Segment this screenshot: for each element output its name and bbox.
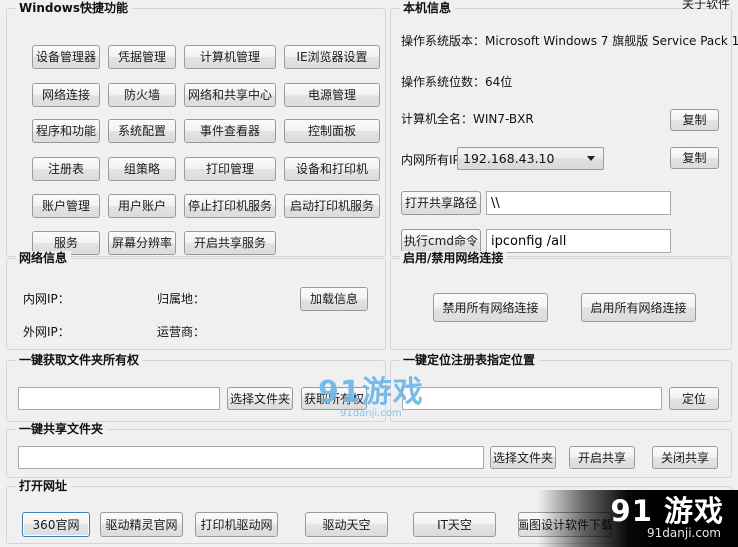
quick-function-button[interactable]: IE浏览器设置 (284, 45, 380, 69)
disable-all-connections-button[interactable]: 禁用所有网络连接 (433, 293, 548, 322)
quick-functions-title: Windows快捷功能 (16, 1, 132, 15)
quick-function-button[interactable]: 系统配置 (108, 119, 176, 143)
os-version-label: 操作系统版本：Microsoft Windows 7 旗舰版 Service P… (401, 34, 738, 48)
ownership-path-input[interactable] (18, 387, 220, 410)
quick-function-button[interactable]: 计算机管理 (184, 45, 276, 69)
registry-locate-button[interactable]: 定位 (669, 387, 719, 410)
folder-ownership-title: 一键获取文件夹所有权 (16, 353, 144, 367)
quick-function-button[interactable]: 凭据管理 (108, 45, 176, 69)
web-url-button[interactable]: 驱动天空 (305, 512, 388, 537)
quick-function-button[interactable]: 屏幕分辨率 (108, 231, 176, 255)
take-ownership-button[interactable]: 获取所有权 (301, 387, 367, 410)
share-choose-folder-button[interactable]: 选择文件夹 (490, 446, 556, 469)
web-url-button[interactable]: 画图设计软件下载 (518, 512, 612, 537)
registry-locate-title: 一键定位注册表指定位置 (400, 353, 540, 367)
quick-function-button[interactable]: 网络连接 (32, 83, 100, 107)
folder-ownership-group: 一键获取文件夹所有权 选择文件夹 获取所有权 (6, 353, 386, 422)
web-url-button[interactable]: 打印机驱动网 (195, 512, 278, 537)
web-url-button[interactable]: 360官网 (22, 512, 90, 537)
about-software-link[interactable]: 关于软件 (682, 0, 730, 11)
registry-locate-group: 一键定位注册表指定位置 定位 (390, 353, 732, 422)
computer-name-label: 计算机全名：WIN7-BXR (401, 112, 534, 126)
share-folder-group: 一键共享文件夹 选择文件夹 开启共享 关闭共享 (6, 422, 732, 478)
netinfo-home-label: 归属地： (157, 292, 206, 306)
netinfo-isp-label: 运营商： (157, 325, 206, 339)
quick-function-button[interactable]: 设备和打印机 (284, 157, 380, 181)
enable-all-connections-button[interactable]: 启用所有网络连接 (581, 293, 696, 322)
web-url-title: 打开网址 (16, 479, 72, 493)
registry-path-input[interactable] (402, 387, 662, 410)
quick-function-button[interactable]: 注册表 (32, 157, 100, 181)
netinfo-wan-ip-label: 外网IP： (23, 325, 70, 339)
machine-info-title: 本机信息 (400, 1, 456, 15)
os-bits-label: 操作系统位数：64位 (401, 75, 513, 89)
quick-function-button[interactable]: 事件查看器 (184, 119, 276, 143)
machine-info-group: 本机信息 操作系统版本：Microsoft Windows 7 旗舰版 Serv… (390, 1, 738, 257)
chevron-down-icon (587, 156, 595, 161)
cmd-input[interactable] (486, 229, 671, 253)
quick-function-button[interactable]: 防火墙 (108, 83, 176, 107)
share-open-button[interactable]: 开启共享 (569, 446, 635, 469)
network-connection-title: 启用/禁用网络连接 (400, 251, 508, 265)
quick-function-button[interactable]: 打印管理 (184, 157, 276, 181)
share-folder-path-input[interactable] (18, 446, 484, 469)
run-cmd-button[interactable]: 执行cmd命令 (401, 229, 481, 253)
share-folder-title: 一键共享文件夹 (16, 422, 108, 436)
quick-functions-group: Windows快捷功能 设备管理器 凭据管理 计算机管理 IE浏览器设置网络连接 防火墙… (6, 1, 386, 257)
network-info-group: 网络信息 内网IP： 归属地： 外网IP： 运营商： 加载信息 (6, 251, 386, 350)
application-window: 关于软件 Windows快捷功能 设备管理器 凭据管理 计算机管理 IE浏览器设置 网络… (0, 0, 738, 547)
share-path-input[interactable] (486, 191, 671, 215)
quick-function-button[interactable]: 组策略 (108, 157, 176, 181)
copy-computer-name-button[interactable]: 复制 (670, 109, 719, 131)
quick-function-button[interactable]: 控制面板 (284, 119, 380, 143)
quick-function-button[interactable]: 程序和功能 (32, 119, 100, 143)
quick-function-button[interactable]: 账户管理 (32, 194, 100, 218)
quick-function-button[interactable]: 网络和共享中心 (184, 83, 276, 107)
ownership-choose-folder-button[interactable]: 选择文件夹 (227, 387, 293, 410)
lan-ip-selected-value: 192.168.43.10 (463, 151, 555, 166)
lan-ip-combobox[interactable]: 192.168.43.10 (457, 147, 604, 170)
quick-function-button[interactable]: 停止打印机服务 (184, 194, 276, 218)
load-network-info-button[interactable]: 加载信息 (300, 287, 368, 311)
network-connection-group: 启用/禁用网络连接 禁用所有网络连接 启用所有网络连接 (390, 251, 732, 350)
share-close-button[interactable]: 关闭共享 (652, 446, 718, 469)
network-info-title: 网络信息 (16, 251, 72, 265)
quick-function-button[interactable]: 启动打印机服务 (284, 194, 380, 218)
web-url-button[interactable]: 驱动精灵官网 (100, 512, 183, 537)
quick-function-button[interactable]: 开启共享服务 (184, 231, 276, 255)
web-url-button[interactable]: IT天空 (413, 512, 496, 537)
quick-function-button[interactable]: 用户账户 (108, 194, 176, 218)
copy-lan-ip-button[interactable]: 复制 (670, 147, 719, 169)
quick-function-button[interactable]: 电源管理 (284, 83, 380, 107)
quick-function-button[interactable]: 设备管理器 (32, 45, 100, 69)
netinfo-lan-ip-label: 内网IP： (23, 292, 70, 306)
open-share-path-button[interactable]: 打开共享路径 (401, 191, 481, 215)
